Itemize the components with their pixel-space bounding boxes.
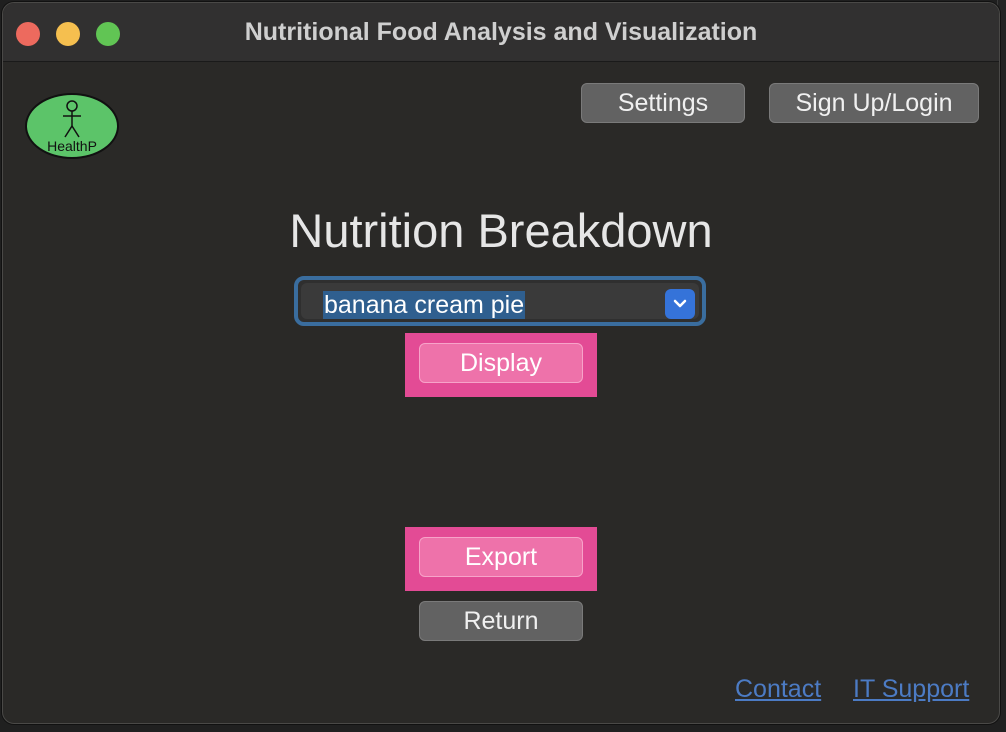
food-select-value: banana cream pie: [323, 291, 526, 319]
food-select[interactable]: banana cream pie: [294, 276, 706, 326]
export-highlight: Export: [405, 527, 597, 591]
export-button[interactable]: Export: [419, 537, 583, 577]
healthp-logo: HealthP: [25, 93, 119, 159]
window-title: Nutritional Food Analysis and Visualizat…: [244, 18, 758, 46]
sign-up-login-button[interactable]: Sign Up/Login: [769, 83, 979, 123]
display-button[interactable]: Display: [419, 343, 583, 383]
page-title: Nutrition Breakdown: [289, 204, 713, 257]
logo-text: HealthP: [47, 138, 97, 154]
return-button[interactable]: Return: [419, 601, 583, 641]
app-window: Nutritional Food Analysis and Visualizat…: [2, 2, 1000, 724]
display-highlight: Display: [405, 333, 597, 397]
contact-link[interactable]: Contact: [735, 675, 821, 704]
food-select-field[interactable]: banana cream pie: [301, 283, 699, 319]
chevron-down-icon[interactable]: [665, 289, 695, 319]
it-support-link[interactable]: IT Support: [853, 675, 969, 704]
settings-button[interactable]: Settings: [581, 83, 745, 123]
title-bar[interactable]: Nutritional Food Analysis and Visualizat…: [3, 3, 999, 62]
